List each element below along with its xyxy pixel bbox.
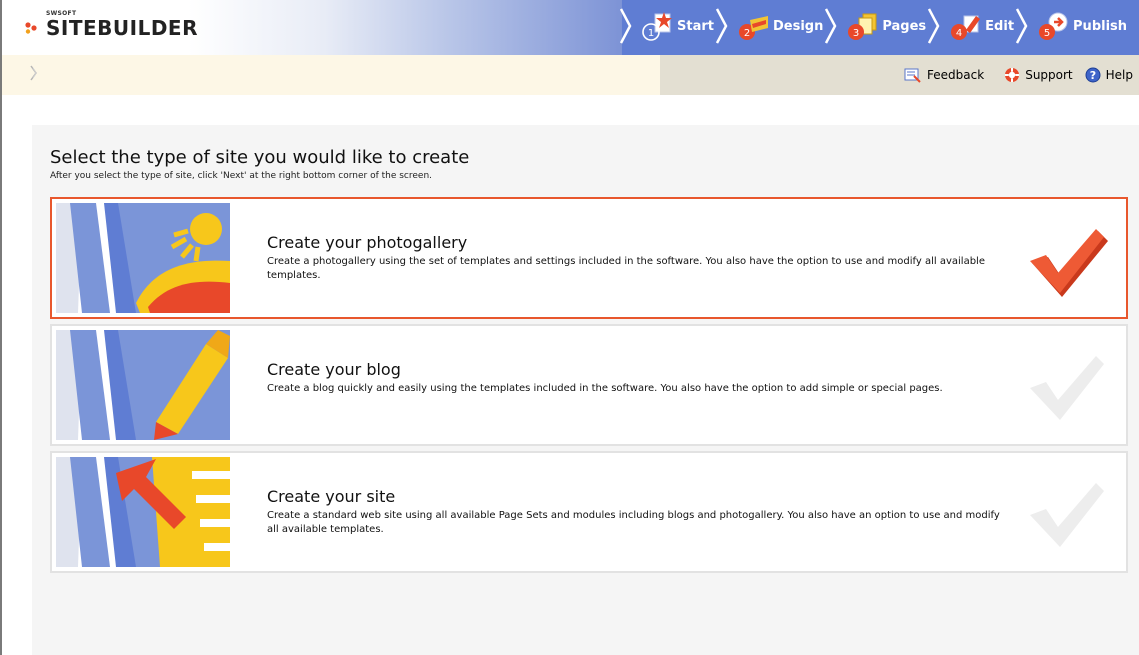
publish-icon: 5 xyxy=(1039,12,1068,40)
step-start[interactable]: 1 Start xyxy=(620,0,718,52)
feedback-button[interactable]: Feedback xyxy=(904,67,984,83)
svg-text:2: 2 xyxy=(744,28,750,39)
option-site[interactable]: Create your site Create a standard web s… xyxy=(50,451,1128,573)
step-label: Design xyxy=(772,18,824,34)
blog-illustration-icon xyxy=(56,330,230,440)
start-icon: 1 xyxy=(642,12,672,41)
option-description: Create a standard web site using all ava… xyxy=(267,510,1000,535)
checkmark-selected-icon xyxy=(1030,229,1108,297)
step-publish[interactable]: 5 Publish xyxy=(1016,0,1131,52)
chevron-right-icon xyxy=(715,8,728,44)
chevron-right-icon xyxy=(825,8,837,44)
page-title: Select the type of site you would like t… xyxy=(50,147,470,168)
support-label: Support xyxy=(1025,68,1073,82)
svg-text:3: 3 xyxy=(853,28,859,39)
chevron-right-icon xyxy=(928,8,940,44)
step-label: Edit xyxy=(985,18,1015,34)
main-content: Select the type of site you would like t… xyxy=(32,125,1139,655)
design-icon: 2 xyxy=(738,16,768,40)
help-button[interactable]: ? Help xyxy=(1085,67,1133,83)
chevron-right-icon xyxy=(620,8,632,44)
step-label: Start xyxy=(677,18,714,34)
help-label: Help xyxy=(1105,68,1133,82)
support-button[interactable]: Support xyxy=(1004,67,1073,83)
wizard-steps: 1 Start 2 Design 3 Pages 4 Edit 5 Publis… xyxy=(620,0,1139,55)
page-subtitle: After you select the type of site, click… xyxy=(50,171,433,181)
step-label: Pages xyxy=(882,18,927,34)
edit-icon: 4 xyxy=(951,15,981,40)
app-window: SWSOFT SITEBUILDER 1 Start 2 Design 3 Pa… xyxy=(0,0,1139,655)
svg-text:5: 5 xyxy=(1044,28,1050,39)
toolbar-right: Feedback Support ? Help xyxy=(660,55,1139,95)
option-photogallery[interactable]: Create your photogallery Create a photog… xyxy=(50,197,1128,319)
collapse-grip-icon[interactable] xyxy=(30,65,38,81)
toolbar: Feedback Support ? Help xyxy=(2,55,1139,95)
checkmark-unselected-icon xyxy=(1030,483,1104,547)
toolbar-left xyxy=(2,55,660,95)
option-description: Create a blog quickly and easily using t… xyxy=(267,383,943,394)
chevron-right-icon xyxy=(1016,8,1028,44)
option-title: Create your photogallery xyxy=(267,233,468,252)
lifebuoy-icon xyxy=(1005,68,1020,82)
site-illustration-icon xyxy=(56,457,230,567)
option-description: Create a photogallery using the set of t… xyxy=(267,256,985,281)
app-title: SITEBUILDER xyxy=(46,16,198,40)
pages-icon: 3 xyxy=(848,13,877,40)
checkmark-unselected-icon xyxy=(1030,356,1104,420)
feedback-label: Feedback xyxy=(927,68,985,82)
header: SWSOFT SITEBUILDER 1 Start 2 Design 3 Pa… xyxy=(2,0,1139,55)
option-blog[interactable]: Create your blog Create a blog quickly a… xyxy=(50,324,1128,446)
step-pages[interactable]: 3 Pages xyxy=(825,0,930,52)
svg-text:4: 4 xyxy=(956,28,962,39)
step-label: Publish xyxy=(1073,18,1128,34)
feedback-icon xyxy=(904,68,921,83)
svg-text:?: ? xyxy=(1089,69,1095,82)
help-icon: ? xyxy=(1085,67,1101,83)
logo-mark-icon xyxy=(25,22,37,34)
option-title: Create your blog xyxy=(267,360,401,379)
step-design[interactable]: 2 Design xyxy=(715,0,827,52)
option-title: Create your site xyxy=(267,487,396,506)
svg-text:1: 1 xyxy=(648,28,654,39)
photogallery-illustration-icon xyxy=(56,203,230,313)
logo-area: SWSOFT SITEBUILDER xyxy=(2,0,622,55)
step-edit[interactable]: 4 Edit xyxy=(928,0,1018,52)
